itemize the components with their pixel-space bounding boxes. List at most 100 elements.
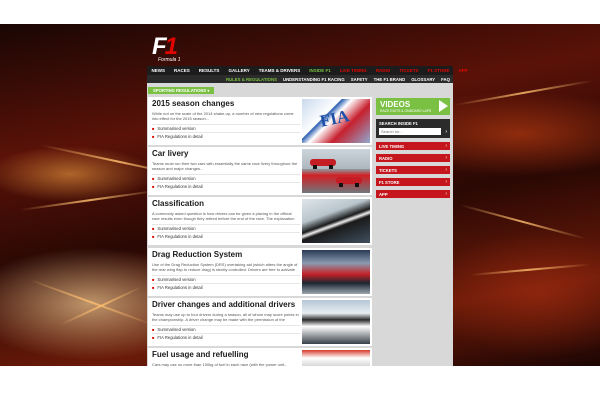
- fia-regulations-link[interactable]: ■ FIA Regulations in detail: [152, 132, 300, 140]
- fia-regulations-link[interactable]: ■ FIA Regulations in detail: [152, 232, 300, 240]
- summarised-version-link[interactable]: ■ Summarised version: [152, 174, 300, 182]
- bullet-icon: ■: [152, 334, 155, 340]
- article-card[interactable]: 2015 season changes While not on the scal…: [148, 97, 372, 145]
- sidebar-button-label: LIVE TIMING: [379, 143, 405, 149]
- subnav-item-safety[interactable]: SAFETY: [348, 77, 371, 82]
- search-go-icon[interactable]: ›: [445, 129, 447, 135]
- summarised-version-link[interactable]: ■ Summarised version: [152, 325, 300, 333]
- article-thumbnail[interactable]: FIA: [302, 99, 370, 143]
- search-panel: SEARCH INSIDE F1 ›: [376, 119, 450, 138]
- videos-title: VIDEOS: [380, 100, 411, 109]
- subnav-item-understanding-f1-racing[interactable]: UNDERSTANDING F1 RACING: [280, 77, 348, 82]
- article-thumbnail[interactable]: [302, 350, 370, 366]
- article-card[interactable]: Drag Reduction System Use of the Drag Red…: [148, 248, 372, 296]
- article-text: Drag Reduction System Use of the Drag Red…: [152, 250, 300, 291]
- article-text: Fuel usage and refuelling Cars may use no…: [152, 350, 300, 375]
- nav-item-live-timing[interactable]: LIVE TIMING: [335, 68, 371, 73]
- chevron-right-icon: ›: [445, 179, 447, 185]
- light-streak: [459, 204, 586, 240]
- article-card[interactable]: Classification A commonly asked question …: [148, 197, 372, 245]
- link-label: Summarised version: [157, 326, 196, 332]
- summarised-version-link[interactable]: ■ Summarised version: [152, 224, 300, 232]
- subnav-item-rules-regulations[interactable]: RULES & REGULATIONS: [223, 77, 280, 82]
- videos-subtitle: RACE EDITS & ONBOARD LAPS: [380, 109, 432, 113]
- sidebar-button-live-timing[interactable]: LIVE TIMING ›: [376, 142, 450, 150]
- nav-item-results[interactable]: RESULTS: [194, 68, 224, 73]
- article-card[interactable]: Car livery Teams must run their two cars …: [148, 147, 372, 195]
- article-text: 2015 season changes While not on the scal…: [152, 99, 300, 140]
- article-summary: Teams may use up to four drivers during …: [152, 312, 299, 322]
- nav-item-inside-f1[interactable]: INSIDE F1: [305, 68, 336, 73]
- light-streak: [19, 189, 159, 211]
- article-summary: A commonly asked question is how drivers…: [152, 211, 295, 221]
- article-summary: Teams must run their two cars with essen…: [152, 161, 298, 171]
- article-summary: While not on the scale of the 2014 shake…: [152, 111, 294, 121]
- videos-panel[interactable]: VIDEOS RACE EDITS & ONBOARD LAPS: [376, 98, 450, 115]
- article-summary: Cars may use no more than 100kg of fuel …: [152, 362, 288, 367]
- article-title[interactable]: Driver changes and additional drivers: [152, 300, 300, 310]
- nav-item-races[interactable]: RACES: [170, 68, 195, 73]
- article-text: Driver changes and additional drivers Tea…: [152, 300, 300, 341]
- nav-item-news[interactable]: NEWS: [147, 68, 170, 73]
- bullet-icon: ■: [152, 233, 155, 239]
- sidebar-button-f1-store[interactable]: F1 STORE ›: [376, 178, 450, 186]
- sidebar-button-radio[interactable]: RADIO ›: [376, 154, 450, 162]
- article-title[interactable]: Car livery: [152, 149, 300, 159]
- logo-subtitle: Formula 1: [158, 57, 181, 63]
- article-card[interactable]: Fuel usage and refuelling Cars may use no…: [148, 348, 372, 367]
- sporting-regulations-dropdown[interactable]: SPORTING REGULATIONS ▾: [148, 87, 215, 94]
- sidebar-button-label: TICKETS: [379, 167, 397, 173]
- chevron-right-icon: ›: [445, 167, 447, 173]
- nav-item-gallery[interactable]: GALLERY: [224, 68, 254, 73]
- sub-nav: RULES & REGULATIONS UNDERSTANDING F1 RACI…: [147, 75, 453, 83]
- article-title[interactable]: 2015 season changes: [152, 99, 300, 109]
- article-title[interactable]: Classification: [152, 199, 300, 209]
- article-text: Classification A commonly asked question …: [152, 199, 300, 240]
- sidebar-button-label: APP: [379, 191, 388, 197]
- subnav-item-faq[interactable]: FAQ: [438, 77, 453, 82]
- link-label: Summarised version: [157, 175, 196, 181]
- article-card[interactable]: Driver changes and additional drivers Tea…: [148, 298, 372, 346]
- article-thumbnail[interactable]: [302, 300, 370, 344]
- nav-item-f1-store[interactable]: F1 STORE: [423, 68, 454, 73]
- bullet-icon: ■: [152, 175, 155, 181]
- f1-logo[interactable]: F1 Formula 1: [152, 33, 202, 63]
- search-title: SEARCH INSIDE F1: [379, 121, 418, 126]
- play-icon: [439, 100, 448, 112]
- fia-regulations-link[interactable]: ■ FIA Regulations in detail: [152, 333, 300, 341]
- fia-regulations-link[interactable]: ■ FIA Regulations in detail: [152, 182, 300, 190]
- nav-item-teams-drivers[interactable]: TEAMS & DRIVERS: [254, 68, 305, 73]
- article-thumbnail[interactable]: [302, 199, 370, 243]
- article-title[interactable]: Drag Reduction System: [152, 250, 300, 260]
- chevron-right-icon: ›: [445, 143, 447, 149]
- fia-regulations-link[interactable]: ■ FIA Regulations in detail: [152, 283, 300, 291]
- summarised-version-link[interactable]: ■ Summarised version: [152, 124, 300, 132]
- article-summary: Use of the Drag Reduction System (DRS) o…: [152, 262, 298, 272]
- nav-item-tickets[interactable]: TICKETS: [395, 68, 423, 73]
- article-title[interactable]: Fuel usage and refuelling: [152, 350, 300, 360]
- nav-item-app[interactable]: APP: [454, 68, 472, 73]
- chevron-right-icon: ›: [445, 191, 447, 197]
- bullet-icon: ■: [152, 276, 155, 282]
- nav-item-radio[interactable]: RADIO: [371, 68, 395, 73]
- logo-mark-f: F: [152, 33, 165, 60]
- sidebar-button-tickets[interactable]: TICKETS ›: [376, 166, 450, 174]
- subnav-item-glossary[interactable]: GLOSSARY: [408, 77, 438, 82]
- search-input[interactable]: [379, 128, 441, 135]
- race-car-image: [310, 159, 336, 169]
- main-nav: NEWS RACES RESULTS GALLERY TEAMS & DRIVERS IN…: [147, 66, 468, 75]
- sidebar-button-app[interactable]: APP ›: [376, 190, 450, 198]
- article-thumbnail[interactable]: [302, 149, 370, 193]
- bullet-icon: ■: [152, 133, 155, 139]
- bullet-icon: ■: [152, 125, 155, 131]
- chevron-right-icon: ›: [445, 155, 447, 161]
- light-streak: [469, 263, 590, 276]
- link-label: Summarised version: [157, 225, 196, 231]
- link-label: Summarised version: [157, 125, 196, 131]
- subnav-item-the-f1-brand[interactable]: THE F1 BRAND: [371, 77, 409, 82]
- bullet-icon: ■: [152, 183, 155, 189]
- article-thumbnail[interactable]: [302, 250, 370, 294]
- link-label: FIA Regulations in detail: [157, 334, 203, 340]
- summarised-version-link[interactable]: ■ Summarised version: [152, 275, 300, 283]
- bullet-icon: ■: [152, 326, 155, 332]
